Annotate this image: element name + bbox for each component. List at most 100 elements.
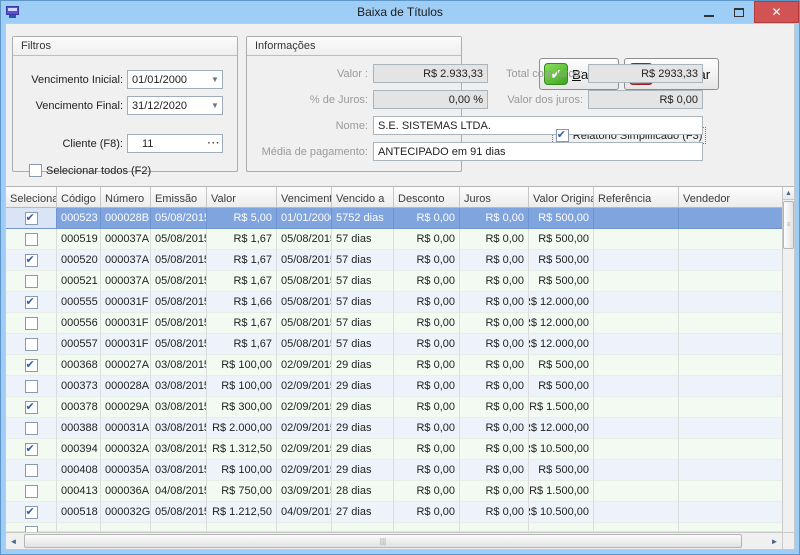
table-row[interactable]: 000519000037A re05/08/2015R$ 1,6705/08/2… <box>6 229 782 250</box>
row-checkbox[interactable] <box>25 485 38 498</box>
cell-c-digo: 000368 <box>57 355 101 376</box>
row-checkbox[interactable] <box>25 464 38 477</box>
informacoes-caption: Informações <box>247 37 461 56</box>
table-row[interactable]: 000408000035A03/08/2015R$ 100,0002/09/20… <box>6 460 782 481</box>
column-header-valor[interactable]: Valor <box>207 187 277 208</box>
minimize-button[interactable] <box>694 1 724 23</box>
scroll-up-icon[interactable]: ▲ <box>783 187 794 200</box>
table-row[interactable]: 000368000027A03/08/2015R$ 100,0002/09/20… <box>6 355 782 376</box>
maximize-button[interactable] <box>724 1 754 23</box>
column-header-vencido-a[interactable]: Vencido a <box>332 187 394 208</box>
column-header-c-digo[interactable]: Código▲ <box>57 187 101 208</box>
total-juros-field: R$ 2933,33 <box>588 64 703 83</box>
cell-valor-original: R$ 500,00 <box>529 208 594 229</box>
cell-refer-ncia <box>594 418 679 439</box>
table-row[interactable]: 000521000037A re05/08/2015R$ 1,6705/08/2… <box>6 271 782 292</box>
cell-vendedor <box>679 313 782 334</box>
cell-vencimento: 05/08/2015 <box>277 271 332 292</box>
partial-cell <box>332 523 394 531</box>
row-checkbox[interactable] <box>25 380 38 393</box>
cell-valor: R$ 1,67 <box>207 250 277 271</box>
cell-n-mero: 000031F re <box>101 313 151 334</box>
cell-n-mero: 000037A re <box>101 250 151 271</box>
cell-c-digo: 000378 <box>57 397 101 418</box>
cell-c-digo: 000523 <box>57 208 101 229</box>
column-header-selecionar[interactable]: Selecionar <box>6 187 57 208</box>
venc-inicial-input[interactable]: 01/01/2000 ▼ <box>127 70 223 89</box>
row-checkbox[interactable] <box>25 212 38 225</box>
cell-c-digo: 000518 <box>57 502 101 523</box>
horizontal-scroll-thumb[interactable]: ||| <box>24 534 742 548</box>
cell-valor-original: R$ 1.500,00 <box>529 397 594 418</box>
row-checkbox[interactable] <box>25 338 38 351</box>
cell-refer-ncia <box>594 250 679 271</box>
row-checkbox[interactable] <box>25 443 38 456</box>
cell-vencimento: 02/09/2015 <box>277 460 332 481</box>
column-header-desconto[interactable]: Desconto <box>394 187 460 208</box>
vertical-scroll-thumb[interactable]: ≡ <box>783 201 794 249</box>
table-row[interactable]: 000520000037A re05/08/2015R$ 1,6705/08/2… <box>6 250 782 271</box>
column-header-refer-ncia[interactable]: Referência <box>594 187 679 208</box>
row-checkbox[interactable] <box>25 401 38 414</box>
ellipsis-icon[interactable]: ··· <box>206 138 222 149</box>
pct-juros-field: 0,00 % <box>373 90 488 109</box>
cell-vendedor <box>679 355 782 376</box>
cell-valor-original: R$ 500,00 <box>529 460 594 481</box>
scroll-left-icon[interactable]: ◄ <box>6 533 21 549</box>
row-checkbox[interactable] <box>25 317 38 330</box>
table-row[interactable]: 000388000031A03/08/2015R$ 2.000,0002/09/… <box>6 418 782 439</box>
row-checkbox[interactable] <box>25 359 38 372</box>
relatorio-simplificado-checkbox[interactable] <box>556 129 569 142</box>
table-row[interactable]: 000556000031F re05/08/2015R$ 1,6705/08/2… <box>6 313 782 334</box>
close-button[interactable]: ✕ <box>754 1 799 23</box>
column-header-vencimento[interactable]: Vencimento <box>277 187 332 208</box>
cell-vencido-a: 29 dias <box>332 376 394 397</box>
row-checkbox[interactable] <box>25 233 38 246</box>
cell-emiss-o: 04/08/2015 <box>151 481 207 502</box>
table-row[interactable]: 000413000036A04/08/2015R$ 750,0003/09/20… <box>6 481 782 502</box>
cliente-input[interactable]: 11 ··· <box>127 134 223 153</box>
cell-refer-ncia <box>594 229 679 250</box>
scroll-right-icon[interactable]: ► <box>767 533 782 549</box>
chevron-down-icon[interactable]: ▼ <box>208 101 222 110</box>
venc-final-input[interactable]: 31/12/2020 ▼ <box>127 96 223 115</box>
selecionar-todos-checkbox[interactable] <box>29 164 42 177</box>
cell-vendedor <box>679 229 782 250</box>
chevron-down-icon[interactable]: ▼ <box>208 75 222 84</box>
table-row[interactable]: 000555000031F re05/08/2015R$ 1,6605/08/2… <box>6 292 782 313</box>
cell-c-digo: 000556 <box>57 313 101 334</box>
row-checkbox[interactable] <box>25 254 38 267</box>
table-row[interactable]: 000378000029A03/08/2015R$ 300,0002/09/20… <box>6 397 782 418</box>
row-checkbox[interactable] <box>25 275 38 288</box>
cell-c-digo: 000388 <box>57 418 101 439</box>
cell-desconto: R$ 0,00 <box>394 208 460 229</box>
grid-header: SelecionarCódigo▲NúmeroEmissãoValorVenci… <box>6 187 782 208</box>
titles-grid: SelecionarCódigo▲NúmeroEmissãoValorVenci… <box>6 186 794 549</box>
table-row[interactable]: 000523000028B re05/08/2015R$ 5,0001/01/2… <box>6 208 782 229</box>
vertical-scrollbar[interactable]: ▲ ≡ <box>782 187 794 532</box>
column-header-vendedor[interactable]: Vendedor <box>679 187 782 208</box>
cell-emiss-o: 05/08/2015 <box>151 313 207 334</box>
column-header-valor-original[interactable]: Valor Original <box>529 187 594 208</box>
cell-vendedor <box>679 481 782 502</box>
row-checkbox[interactable] <box>25 296 38 309</box>
cell-juros: R$ 0,00 <box>460 397 529 418</box>
cell-valor: R$ 100,00 <box>207 376 277 397</box>
cell-juros: R$ 0,00 <box>460 418 529 439</box>
table-row[interactable]: 000373000028A03/08/2015R$ 100,0002/09/20… <box>6 376 782 397</box>
selecionar-cell <box>6 292 57 313</box>
table-row[interactable]: 000394000032A03/08/2015R$ 1.312,5002/09/… <box>6 439 782 460</box>
column-header-emiss-o[interactable]: Emissão <box>151 187 207 208</box>
row-checkbox[interactable] <box>25 506 38 519</box>
cell-refer-ncia <box>594 292 679 313</box>
horizontal-scrollbar[interactable]: ◄ ||| ► <box>6 532 782 549</box>
row-checkbox[interactable] <box>25 422 38 435</box>
column-header-n-mero[interactable]: Número <box>101 187 151 208</box>
cell-refer-ncia <box>594 502 679 523</box>
media-pagamento-label: Média de pagamento: <box>253 146 373 158</box>
table-row[interactable]: 000518000032G re05/08/2015R$ 1.212,5004/… <box>6 502 782 523</box>
selecionar-cell <box>6 418 57 439</box>
table-row[interactable]: 000557000031F re05/08/2015R$ 1,6705/08/2… <box>6 334 782 355</box>
cell-juros: R$ 0,00 <box>460 481 529 502</box>
column-header-juros[interactable]: Juros <box>460 187 529 208</box>
